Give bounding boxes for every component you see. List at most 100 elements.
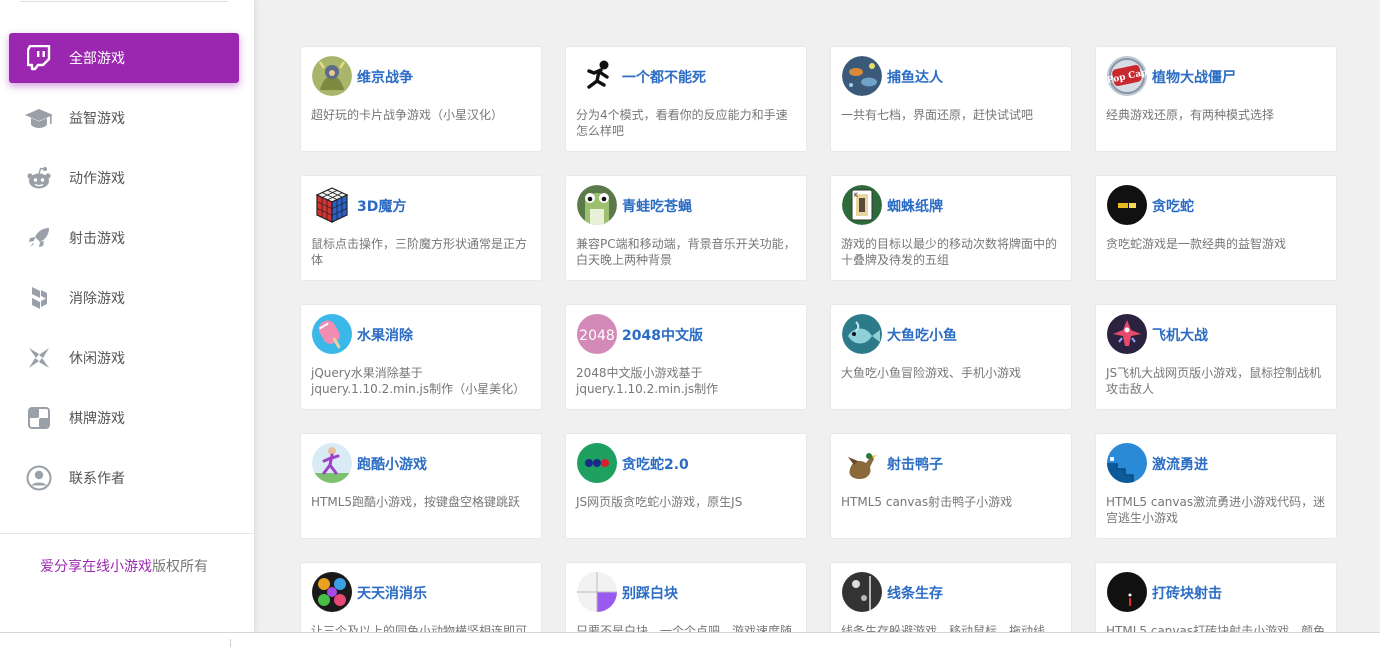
game-description: 贪吃蛇游戏是一款经典的益智游戏	[1106, 237, 1287, 251]
game-card-2048[interactable]: 2048 2048中文版 2048中文版小游戏基于jquery.1.10.2.m…	[565, 304, 807, 410]
game-card-big-fish[interactable]: 大鱼吃小鱼 大鱼吃小鱼冒险游戏、手机小游戏	[830, 304, 1072, 410]
game-card-duck-shoot[interactable]: 射击鸭子 HTML5 canvas射击鸭子小游戏	[830, 433, 1072, 539]
sidebar-divider	[0, 533, 254, 534]
game-thumbnail	[842, 56, 882, 96]
game-thumbnail	[577, 572, 617, 612]
game-title[interactable]: 跑酷小游戏	[357, 454, 427, 474]
game-card-aircraft-war[interactable]: 飞机大战 JS飞机大战网页版小游戏，鼠标控制战机攻击敌人	[1095, 304, 1337, 410]
puzzle-icon	[24, 285, 54, 311]
game-description: JS飞机大战网页版小游戏，鼠标控制战机攻击敌人	[1106, 366, 1322, 396]
game-description: 鼠标点击操作，三阶魔方形状通常是正方体	[311, 237, 528, 267]
game-title[interactable]: 蜘蛛纸牌	[887, 196, 943, 216]
game-card-snake-2[interactable]: 贪吃蛇2.0 JS网页版贪吃蛇小游戏，原生JS	[565, 433, 807, 539]
game-title[interactable]: 贪吃蛇	[1152, 196, 1194, 216]
sidebar-nav: 全部游戏 益智游戏 动作游戏 射击游戏 消除游戏 休闲游戏 棋牌游戏 联系作者	[0, 28, 254, 513]
game-card-viking-war[interactable]: 维京战争 超好玩的卡片战争游戏（小星汉化）	[300, 46, 542, 152]
footer-site-link[interactable]: 爱分享在线小游戏	[40, 559, 152, 575]
rocket-icon	[24, 225, 54, 251]
game-card-fruit-match[interactable]: 水果消除 jQuery水果消除基于jquery.1.10.2.min.js制作（…	[300, 304, 542, 410]
game-description: HTML5 canvas激流勇进小游戏代码，迷宫逃生小游戏	[1106, 495, 1326, 525]
game-card-rapids[interactable]: 激流勇进 HTML5 canvas激流勇进小游戏代码，迷宫逃生小游戏	[1095, 433, 1337, 539]
game-title[interactable]: 大鱼吃小鱼	[887, 325, 957, 345]
sidebar-item-board-games[interactable]: 棋牌游戏	[0, 393, 254, 443]
game-title[interactable]: 贪吃蛇2.0	[622, 454, 689, 474]
game-description: 一共有七档，界面还原，赶快试试吧	[841, 108, 1034, 122]
game-description: 超好玩的卡片战争游戏（小星汉化）	[311, 108, 504, 122]
sidebar-item-label: 全部游戏	[69, 51, 125, 67]
game-thumbnail	[1107, 572, 1147, 612]
sidebar-item-casual-games[interactable]: 休闲游戏	[0, 333, 254, 383]
user-circle-icon	[24, 465, 54, 491]
game-title[interactable]: 天天消消乐	[357, 583, 427, 603]
sidebar-item-label: 休闲游戏	[69, 351, 125, 367]
sidebar-item-match-games[interactable]: 消除游戏	[0, 273, 254, 323]
game-title[interactable]: 打砖块射击	[1152, 583, 1222, 603]
game-thumbnail	[577, 185, 617, 225]
game-title[interactable]: 维京战争	[357, 67, 413, 87]
game-thumbnail	[312, 314, 352, 354]
sidebar-item-label: 联系作者	[69, 471, 125, 487]
reddit-icon	[24, 165, 54, 191]
game-title[interactable]: 射击鸭子	[887, 454, 943, 474]
sidebar-item-all-games[interactable]: 全部游戏	[9, 33, 239, 83]
game-thumbnail: K	[842, 185, 882, 225]
search-bar-edge	[20, 0, 228, 2]
game-thumbnail	[1107, 314, 1147, 354]
game-title[interactable]: 3D魔方	[357, 196, 406, 216]
game-card-parkour[interactable]: 跑酷小游戏 HTML5跑酷小游戏，按键盘空格键跳跃	[300, 433, 542, 539]
game-card-brick-shooter[interactable]: 打砖块射击 HTML5 canvas打砖块射击小游戏，颜色	[1095, 562, 1337, 632]
game-thumbnail	[312, 572, 352, 612]
game-description: 分为4个模式，看看你的反应能力和手速怎么样吧	[576, 108, 788, 138]
game-title[interactable]: 激流勇进	[1152, 454, 1208, 474]
game-title[interactable]: 别踩白块	[622, 583, 678, 603]
game-description: HTML5 canvas射击鸭子小游戏	[841, 495, 1013, 509]
pinwheel-icon	[24, 345, 54, 371]
game-description: 兼容PC端和移动端，背景音乐开关功能，白天晚上两种背景	[576, 237, 796, 267]
game-description: HTML5跑酷小游戏，按键盘空格键跳跃	[311, 495, 521, 509]
game-card-3d-cube[interactable]: 3D魔方 鼠标点击操作，三阶魔方形状通常是正方体	[300, 175, 542, 281]
game-card-line-survival[interactable]: 线条生存 线条生存躲避游戏，移动鼠标，拖动线	[830, 562, 1072, 632]
game-description: 线条生存躲避游戏，移动鼠标，拖动线	[841, 624, 1046, 632]
game-description: HTML5 canvas打砖块射击小游戏，颜色	[1106, 624, 1326, 632]
game-card-snake[interactable]: 贪吃蛇 贪吃蛇游戏是一款经典的益智游戏	[1095, 175, 1337, 281]
game-thumbnail	[577, 443, 617, 483]
sidebar-item-label: 消除游戏	[69, 291, 125, 307]
sidebar-item-puzzle-games[interactable]: 益智游戏	[0, 93, 254, 143]
game-thumbnail	[577, 56, 617, 96]
sidebar-item-shooting-games[interactable]: 射击游戏	[0, 213, 254, 263]
game-title[interactable]: 青蛙吃苍蝇	[622, 196, 692, 216]
sidebar-item-label: 益智游戏	[69, 111, 125, 127]
game-title[interactable]: 水果消除	[357, 325, 413, 345]
sidebar-item-action-games[interactable]: 动作游戏	[0, 153, 254, 203]
thumb-2048-text: 2048	[579, 328, 615, 344]
game-title[interactable]: 一个都不能死	[622, 67, 706, 87]
game-list: 维京战争 超好玩的卡片战争游戏（小星汉化） 一个都不能死 分为4个模式，看看你的…	[254, 0, 1380, 632]
game-card-daily-match[interactable]: 天天消消乐 让三个及以上的同色小动物横竖相连即可	[300, 562, 542, 632]
game-card-spider-solitaire[interactable]: K 蜘蛛纸牌 游戏的目标以最少的移动次数将牌面中的十叠牌及待发的五组	[830, 175, 1072, 281]
game-card-fishing-master[interactable]: 捕鱼达人 一共有七档，界面还原，赶快试试吧	[830, 46, 1072, 152]
game-title[interactable]: 线条生存	[887, 583, 943, 603]
game-thumbnail	[842, 443, 882, 483]
game-thumbnail	[312, 56, 352, 96]
game-thumbnail	[1107, 443, 1147, 483]
game-title[interactable]: 2048中文版	[622, 325, 703, 345]
game-description: JS网页版贪吃蛇小游戏，原生JS	[576, 495, 743, 509]
sidebar-item-label: 棋牌游戏	[69, 411, 125, 427]
game-thumbnail: 2048	[577, 314, 617, 354]
sidebar-item-contact-author[interactable]: 联系作者	[0, 453, 254, 503]
sidebar-item-label: 动作游戏	[69, 171, 125, 187]
game-grid: 维京战争 超好玩的卡片战争游戏（小星汉化） 一个都不能死 分为4个模式，看看你的…	[300, 46, 1337, 632]
game-description: 只要不是白块，一个个点吧，游戏速度随	[576, 624, 793, 632]
game-title[interactable]: 捕鱼达人	[887, 67, 943, 87]
game-title[interactable]: 植物大战僵尸	[1152, 67, 1236, 87]
game-thumbnail	[842, 314, 882, 354]
game-card-piano-tiles[interactable]: 别踩白块 只要不是白块，一个个点吧，游戏速度随	[565, 562, 807, 632]
bottom-status-bar	[0, 632, 1380, 647]
game-description: 游戏的目标以最少的移动次数将牌面中的十叠牌及待发的五组	[841, 237, 1058, 267]
game-thumbnail	[312, 443, 352, 483]
game-description: jQuery水果消除基于jquery.1.10.2.min.js制作（小星美化）	[311, 366, 526, 396]
game-card-plants-vs-zombies[interactable]: Pop Cap 植物大战僵尸 经典游戏还原，有两种模式选择	[1095, 46, 1337, 152]
game-title[interactable]: 飞机大战	[1152, 325, 1208, 345]
game-card-none-can-die[interactable]: 一个都不能死 分为4个模式，看看你的反应能力和手速怎么样吧	[565, 46, 807, 152]
game-card-frog-eats-flies[interactable]: 青蛙吃苍蝇 兼容PC端和移动端，背景音乐开关功能，白天晚上两种背景	[565, 175, 807, 281]
